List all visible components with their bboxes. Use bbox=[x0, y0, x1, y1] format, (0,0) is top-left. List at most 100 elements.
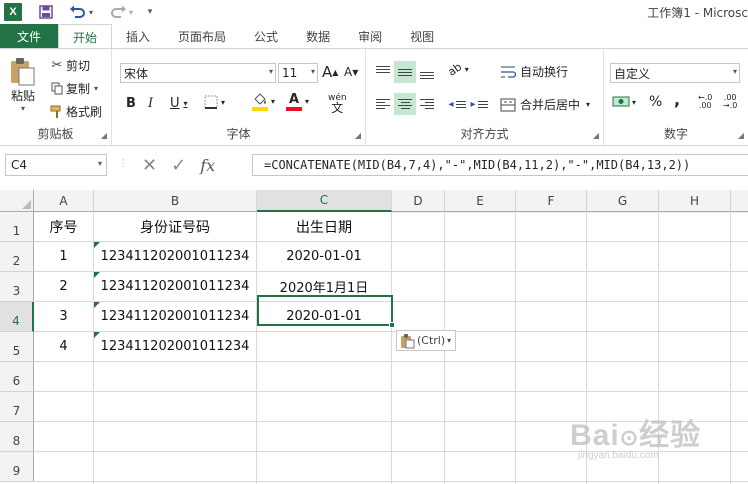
tab-page-layout[interactable]: 页面布局 bbox=[164, 24, 240, 48]
font-color-dropdown[interactable]: ▾ bbox=[305, 97, 309, 106]
row-header-9[interactable]: 9 bbox=[0, 452, 34, 482]
number-format-value: 自定义 bbox=[614, 66, 651, 81]
redo-icon[interactable]: ▾ bbox=[106, 3, 136, 21]
formula-buttons: ✕ ✓ fx bbox=[138, 154, 248, 176]
row-header-1[interactable]: 1 bbox=[0, 212, 34, 242]
dialog-launcher-icon[interactable]: ◢ bbox=[355, 131, 361, 140]
font-name-select[interactable]: 宋体 ▾ bbox=[120, 63, 276, 83]
column-header-e[interactable]: E bbox=[445, 190, 516, 212]
save-icon[interactable] bbox=[36, 3, 56, 21]
column-header-f[interactable]: F bbox=[516, 190, 587, 212]
tab-file[interactable]: 文件 bbox=[0, 24, 58, 48]
column-header-b[interactable]: B bbox=[94, 190, 257, 212]
font-group-label: 字体 bbox=[226, 127, 251, 141]
paste-button[interactable]: 粘贴 ▾ bbox=[6, 57, 40, 113]
bottom-align-button[interactable] bbox=[416, 61, 438, 83]
decrease-decimal-button[interactable]: .00 →.0 bbox=[723, 94, 737, 110]
borders-button[interactable]: ▾ bbox=[204, 95, 225, 109]
scissors-icon: ✂ bbox=[51, 58, 63, 73]
tab-insert[interactable]: 插入 bbox=[112, 24, 164, 48]
enter-icon[interactable]: ✓ bbox=[171, 155, 186, 176]
cut-button[interactable]: ✂ 剪切 bbox=[48, 57, 90, 74]
wrap-text-label: 自动换行 bbox=[520, 65, 569, 79]
row-header-6[interactable]: 6 bbox=[0, 362, 34, 392]
tab-home[interactable]: 开始 bbox=[58, 24, 113, 49]
italic-button[interactable]: I bbox=[148, 96, 153, 111]
increase-font-size-button[interactable]: A ▲ bbox=[322, 63, 338, 81]
column-header-h[interactable]: H bbox=[659, 190, 731, 212]
window-title: 工作簿1 - Microsc bbox=[647, 6, 748, 20]
increase-decimal-button[interactable]: ←.0.00 bbox=[698, 94, 712, 110]
align-left-button[interactable] bbox=[372, 93, 394, 115]
excel-logo-icon: X bbox=[4, 3, 22, 21]
phonetic-guide-button[interactable]: wén 文 bbox=[328, 93, 347, 114]
underline-button[interactable]: U ▾ bbox=[170, 96, 188, 111]
column-header-g[interactable]: G bbox=[587, 190, 659, 212]
font-size-select[interactable]: 11 ▾ bbox=[278, 63, 318, 83]
decrease-indent-icon[interactable]: ◂ bbox=[446, 93, 468, 115]
paintbrush-icon bbox=[48, 105, 66, 119]
align-center-button[interactable] bbox=[394, 93, 416, 115]
paste-label: 粘贴 bbox=[10, 89, 35, 103]
copy-label: 复制 bbox=[66, 82, 91, 96]
column-header-d[interactable]: D bbox=[392, 190, 445, 212]
column-header-partial bbox=[731, 190, 748, 212]
accounting-format-button[interactable]: ▾ bbox=[612, 95, 636, 109]
row-header-3[interactable]: 3 bbox=[0, 272, 34, 302]
ribbon: 粘贴 ▾ ✂ 剪切 复制 ▾ 格式刷 剪贴板 ◢ 宋体 ▾ 11 ▾ A ▲ A… bbox=[0, 48, 748, 146]
tab-formulas[interactable]: 公式 bbox=[240, 24, 292, 48]
tab-view[interactable]: 视图 bbox=[396, 24, 448, 48]
dialog-launcher-icon[interactable]: ◢ bbox=[593, 131, 599, 140]
clipboard-group: 粘贴 ▾ ✂ 剪切 复制 ▾ 格式刷 剪贴板 ◢ bbox=[0, 49, 112, 145]
insert-function-icon[interactable]: fx bbox=[200, 156, 215, 175]
column-header-c[interactable]: C bbox=[257, 190, 392, 212]
align-right-button[interactable] bbox=[416, 93, 438, 115]
row-header-5[interactable]: 5 bbox=[0, 332, 34, 362]
wrap-text-button[interactable]: 自动换行 bbox=[500, 63, 568, 80]
merge-center-button[interactable]: 合并后居中 ▾ bbox=[500, 96, 590, 113]
top-align-button[interactable] bbox=[372, 61, 394, 83]
paste-options-button[interactable]: (Ctrl) ▾ bbox=[396, 330, 456, 351]
underline-label: U bbox=[170, 96, 180, 111]
column-header-a[interactable]: A bbox=[34, 190, 94, 212]
ribbon-tabs: 文件 开始 插入 页面布局 公式 数据 审阅 视图 bbox=[0, 24, 748, 49]
formula-input[interactable]: =CONCATENATE(MID(B4,7,4),"-",MID(B4,11,2… bbox=[252, 154, 748, 176]
alignment-group-label: 对齐方式 bbox=[460, 127, 509, 141]
format-painter-button[interactable]: 格式刷 bbox=[48, 103, 102, 120]
increase-indent-icon[interactable]: ▸ bbox=[468, 93, 490, 115]
tab-data[interactable]: 数据 bbox=[292, 24, 344, 48]
row-header-2[interactable]: 2 bbox=[0, 242, 34, 272]
row-header-4[interactable]: 4 bbox=[0, 302, 34, 332]
alignment-group: ab ▾ 自动换行 ◂ ▸ 合并后居中 ▾ 对齐方式 ◢ bbox=[366, 49, 604, 145]
fill-handle[interactable] bbox=[389, 322, 395, 328]
name-box[interactable]: C4 ▾ bbox=[5, 154, 107, 176]
clipboard-group-label: 剪贴板 bbox=[37, 127, 74, 141]
orientation-button[interactable]: ab ▾ bbox=[446, 60, 469, 79]
dialog-launcher-icon[interactable]: ◢ bbox=[101, 131, 107, 140]
cut-label: 剪切 bbox=[66, 59, 91, 73]
dialog-launcher-icon[interactable]: ◢ bbox=[738, 131, 744, 140]
grow-font-icon: A bbox=[322, 63, 333, 81]
bold-button[interactable]: B bbox=[126, 96, 136, 111]
comma-button[interactable]: , bbox=[674, 90, 680, 109]
select-all-button[interactable] bbox=[0, 190, 34, 212]
decrease-font-size-button[interactable]: A ▼ bbox=[344, 65, 358, 79]
watermark: Bai⊙经验 jingyan.baidu.com bbox=[570, 410, 710, 470]
percent-button[interactable]: % bbox=[649, 94, 662, 110]
fill-color-dropdown[interactable]: ▾ bbox=[271, 97, 275, 106]
undo-icon[interactable]: ▾ bbox=[66, 3, 96, 21]
row-header-7[interactable]: 7 bbox=[0, 392, 34, 422]
paint-bucket-icon bbox=[254, 93, 266, 105]
customize-qat-icon[interactable]: ▾ bbox=[144, 3, 156, 21]
baidu-jingyan-logo: Bai⊙经验 bbox=[570, 419, 702, 452]
title-bar: X ▾ ▾ ▾ 工作簿1 - Microsc bbox=[0, 0, 748, 24]
row-header-8[interactable]: 8 bbox=[0, 422, 34, 452]
tab-review[interactable]: 审阅 bbox=[344, 24, 396, 48]
middle-align-button[interactable] bbox=[394, 61, 416, 83]
number-format-select[interactable]: 自定义 ▾ bbox=[610, 63, 740, 83]
cancel-icon[interactable]: ✕ bbox=[142, 155, 157, 176]
font-size-value: 11 bbox=[282, 66, 298, 80]
font-color-button[interactable]: A bbox=[286, 93, 302, 111]
fill-color-button[interactable] bbox=[252, 93, 268, 111]
copy-button[interactable]: 复制 ▾ bbox=[48, 80, 98, 97]
